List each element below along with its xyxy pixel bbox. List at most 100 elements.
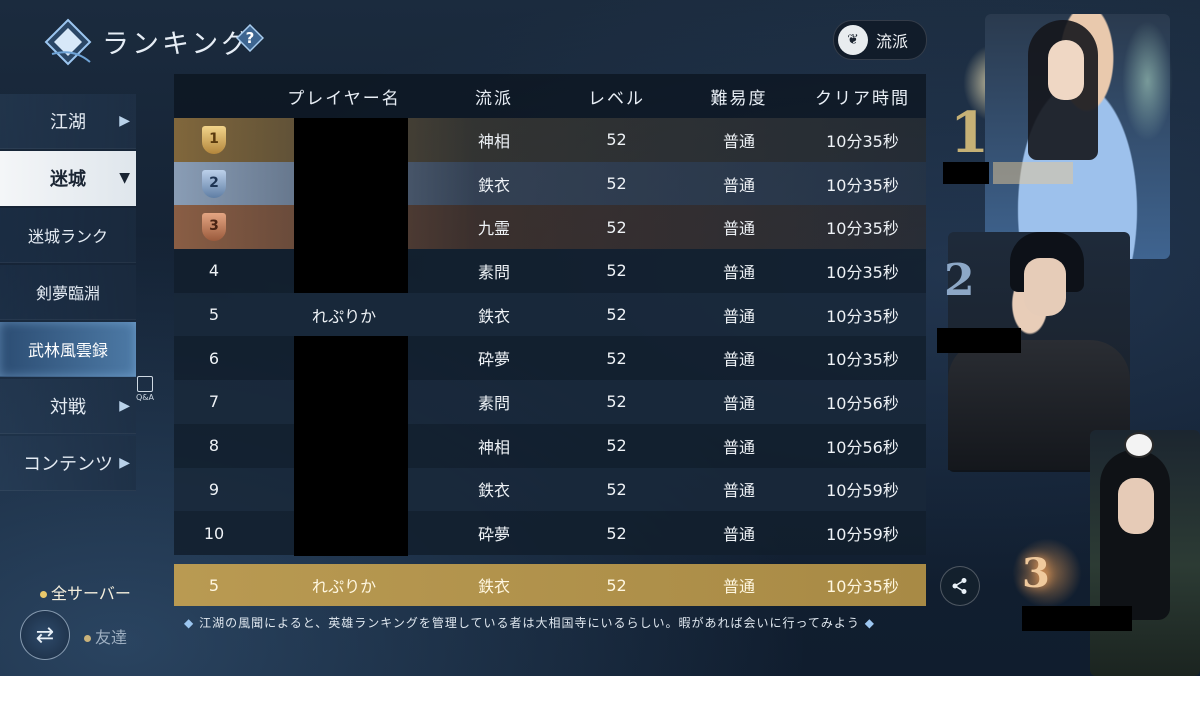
qa-icon[interactable]: Q&A <box>134 376 156 406</box>
school-cell: 素問 <box>477 393 510 413</box>
difficulty-cell: 普通 <box>722 262 755 282</box>
table-row[interactable]: 1 神相 52 普通 10分35秒 <box>174 118 926 162</box>
level-cell: 52 <box>606 523 627 543</box>
swap-icon[interactable]: ⇄ <box>20 610 70 660</box>
school-filter-label: 流派 <box>876 32 909 51</box>
server-all-label: 全サーバー <box>51 584 131 603</box>
school-cell: 鉄衣 <box>477 577 510 596</box>
sidebar-item-label: 江湖 <box>50 112 86 133</box>
clear-time-cell: 10分56秒 <box>826 437 899 457</box>
school-cell: 神相 <box>477 131 510 151</box>
rank-cell: 9 <box>208 479 220 499</box>
redaction-box <box>1022 606 1132 631</box>
question-icon[interactable]: ? <box>236 24 264 52</box>
header-player-name: プレイヤー名 <box>287 88 401 109</box>
level-cell: 52 <box>606 130 627 150</box>
table-row[interactable]: 7 素問 52 普通 10分56秒 <box>174 380 926 424</box>
header-school: 流派 <box>475 88 513 109</box>
clear-time-cell: 10分59秒 <box>826 481 899 501</box>
ranking-table: プレイヤー名 流派 レベル 難易度 クリア時間 1 神相 52 普通 10分35秒 2 鉄衣… <box>174 74 926 555</box>
table-row[interactable]: 4 素問 52 普通 10分35秒 <box>174 249 926 293</box>
difficulty-cell: 普通 <box>722 175 755 195</box>
blurred-name <box>993 162 1073 184</box>
redaction-box <box>294 336 408 556</box>
rank-cell: 6 <box>208 348 220 368</box>
page-title: ランキング <box>102 29 252 60</box>
table-row[interactable]: 5 れぷりか 鉄衣 52 普通 10分35秒 <box>174 292 926 337</box>
logo-diamond-icon <box>44 18 92 66</box>
school-cell: 鉄衣 <box>477 481 510 501</box>
rank-cell: 3 <box>174 213 254 242</box>
tip-text: ◆ 江湖の風聞によると、英雄ランキングを管理している者は大相国寺にいるらしい。暇… <box>184 614 875 631</box>
table-row[interactable]: 2 鉄衣 52 普通 10分35秒 <box>174 161 926 206</box>
rank-cell: 4 <box>208 261 220 281</box>
school-cell: 神相 <box>477 437 510 457</box>
clear-time-cell: 10分56秒 <box>826 393 899 413</box>
player-name-cell: れぷりか <box>311 577 377 596</box>
sidebar-item-contents[interactable]: コンテンツ ▶ <box>0 436 136 491</box>
tip-message: 江湖の風聞によると、英雄ランキングを管理している者は大相国寺にいるらしい。暇があ… <box>199 616 860 630</box>
sidebar-item-bulin[interactable]: 武林風雲録 <box>0 322 136 377</box>
school-cell: 鉄衣 <box>477 306 510 326</box>
chevron-right-icon: ▶ <box>119 455 130 471</box>
share-icon[interactable] <box>940 566 980 606</box>
table-row[interactable]: 3 九霊 52 普通 10分35秒 <box>174 205 926 250</box>
sidebar-item-kenmu[interactable]: 剣夢臨淵 <box>0 265 136 320</box>
level-cell: 52 <box>606 261 627 281</box>
ranking-screen: ランキング ? ❦ 流派 江湖 ▶ 迷城 ▼ 迷城ランク 剣夢臨淵 武林風雲録 … <box>0 0 1200 676</box>
server-friend-tab[interactable]: 友達 <box>84 624 127 648</box>
redaction-box <box>943 162 989 184</box>
rank-cell: 1 <box>174 125 254 154</box>
rank-cell: 8 <box>208 436 220 456</box>
clear-time-cell: 10分35秒 <box>826 350 899 370</box>
level-cell: 52 <box>606 436 627 456</box>
chevron-right-icon: ▶ <box>119 113 130 129</box>
table-row[interactable]: 6 砕夢 52 普通 10分35秒 <box>174 336 926 381</box>
sidebar-item-jianghu[interactable]: 江湖 ▶ <box>0 94 136 149</box>
table-row[interactable]: 9 鉄衣 52 普通 10分59秒 <box>174 467 926 512</box>
sidebar-item-label: 武林風雲録 <box>27 341 108 360</box>
sidebar-item-label: 対戦 <box>50 397 86 418</box>
difficulty-cell: 普通 <box>722 306 755 326</box>
rank-medal-icon: 1 <box>202 125 226 154</box>
difficulty-cell: 普通 <box>722 437 755 457</box>
svg-text:?: ? <box>246 29 255 47</box>
difficulty-cell: 普通 <box>722 219 755 239</box>
sidebar-item-meijou[interactable]: 迷城 ▼ <box>0 151 136 206</box>
diamond-icon: ◆ <box>864 616 875 630</box>
table-row[interactable]: 8 神相 52 普通 10分56秒 <box>174 423 926 468</box>
level-cell: 52 <box>606 392 627 412</box>
sidebar-item-label: 剣夢臨淵 <box>35 284 100 303</box>
school-cell: 九霊 <box>477 219 510 239</box>
self-rank-row[interactable]: 5 れぷりか 鉄衣 52 普通 10分35秒 <box>174 564 926 606</box>
school-cell: 素問 <box>477 262 510 282</box>
level-cell: 52 <box>606 575 627 595</box>
level-cell: 52 <box>606 348 627 368</box>
level-cell: 52 <box>606 305 627 325</box>
panda-icon <box>1124 432 1154 458</box>
difficulty-cell: 普通 <box>722 131 755 151</box>
table-row[interactable]: 10 砕夢 52 普通 10分59秒 <box>174 511 926 555</box>
sidebar-item-label: 迷城 <box>50 169 86 190</box>
rank-cell: 7 <box>208 392 220 412</box>
diamond-icon: ◆ <box>184 616 195 630</box>
table-header: プレイヤー名 流派 レベル 難易度 クリア時間 <box>174 74 926 118</box>
difficulty-cell: 普通 <box>722 577 755 596</box>
chevron-right-icon: ▶ <box>119 398 130 414</box>
header-clear-time: クリア時間 <box>815 88 910 109</box>
podium-rank-1: 1 <box>950 100 989 166</box>
difficulty-cell: 普通 <box>722 481 755 501</box>
portrait-face <box>1024 258 1066 316</box>
level-cell: 52 <box>606 174 627 194</box>
sidebar-item-meijou-rank[interactable]: 迷城ランク <box>0 208 136 263</box>
player-name-cell: れぷりか <box>311 306 377 326</box>
sidebar-item-taisen[interactable]: 対戦 ▶ <box>0 379 136 434</box>
rank-cell: 10 <box>203 523 225 543</box>
school-filter-button[interactable]: ❦ 流派 <box>833 20 927 60</box>
portrait-face <box>1118 478 1154 534</box>
dot-icon <box>84 635 91 642</box>
podium-rank-2: 2 <box>944 255 975 306</box>
server-all-tab[interactable]: 全サーバー <box>40 580 131 604</box>
clear-time-cell: 10分59秒 <box>826 525 899 545</box>
difficulty-cell: 普通 <box>722 525 755 545</box>
